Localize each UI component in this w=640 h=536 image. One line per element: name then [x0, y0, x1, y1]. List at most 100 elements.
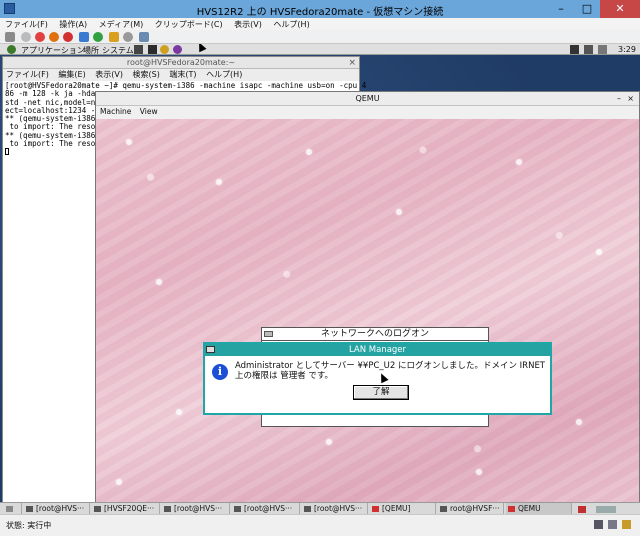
mate-top-panel: アプリケーション 場所 システム 3:29: [0, 44, 640, 55]
volume-icon[interactable]: [584, 45, 593, 54]
task-label: root@HVSF···: [450, 504, 500, 513]
menu-file[interactable]: ファイル(F): [0, 18, 52, 30]
taskbar-task[interactable]: [root@HVS···: [24, 503, 90, 514]
mouse-icon: [608, 520, 617, 529]
turn-off-icon[interactable]: [35, 32, 45, 42]
battery-icon[interactable]: [598, 45, 607, 54]
task-label: [root@HVS···: [174, 504, 223, 513]
task-label: [root@HVS···: [314, 504, 363, 513]
lock-icon: [622, 520, 631, 529]
pause-icon[interactable]: [79, 32, 89, 42]
terminal-launcher-icon[interactable]: [134, 45, 143, 54]
message-line-2: 上の権限は 管理者 です。: [235, 371, 334, 381]
qemu-guest-screen[interactable]: ネットワークへのログオン LAN Manager i Administrator…: [96, 119, 639, 505]
monitor-launcher-icon[interactable]: [148, 45, 157, 54]
reset-icon[interactable]: [93, 32, 103, 42]
network-logon-title-bar[interactable]: ネットワークへのログオン: [262, 328, 488, 341]
terminal-menu-terminal[interactable]: 端末(T): [166, 69, 200, 81]
minimize-button[interactable]: –: [548, 0, 574, 18]
taskbar-task[interactable]: root@HVSF···: [438, 503, 504, 514]
panel-places[interactable]: 場所: [83, 45, 99, 56]
logon-system-menu-icon[interactable]: [264, 331, 273, 337]
qemu-menu-view[interactable]: View: [140, 107, 158, 116]
taskbar-task[interactable]: [HVSF20QE···: [92, 503, 160, 514]
network-logon-title: ネットワークへのログオン: [320, 329, 429, 339]
keyboard-icon: [594, 520, 603, 529]
qemu-menu-machine[interactable]: Machine: [100, 107, 131, 116]
mate-logo-icon[interactable]: [7, 45, 16, 54]
message-line-1: Administrator としてサーバー ¥¥PC_U2 にログオンしました。…: [235, 361, 546, 371]
lan-manager-title-bar[interactable]: LAN Manager: [205, 344, 550, 356]
menu-media[interactable]: メディア(M): [94, 18, 148, 30]
lan-manager-message: Administrator としてサーバー ¥¥PC_U2 にログオンしました。…: [235, 361, 545, 381]
maximize-button[interactable]: □: [574, 0, 600, 18]
terminal-menu-edit[interactable]: 編集(E): [55, 69, 89, 81]
blossom-decoration: [576, 419, 582, 425]
task-label: [root@HVS···: [36, 504, 85, 513]
terminal-menu-file[interactable]: ファイル(F): [3, 69, 53, 81]
ctrl-alt-del-icon[interactable]: [5, 32, 15, 42]
terminal-title: root@HVSFedora20mate:~: [126, 58, 236, 67]
blossom-decoration: [216, 179, 222, 185]
show-desktop-icon: [6, 506, 13, 512]
taskbar-task-active[interactable]: QEMU: [506, 503, 572, 514]
panel-clock[interactable]: 3:29: [618, 45, 636, 54]
revert-icon[interactable]: [123, 32, 133, 42]
terminal-menu-view[interactable]: 表示(V): [92, 69, 127, 81]
blossom-decoration: [126, 139, 132, 145]
network-icon[interactable]: [570, 45, 579, 54]
terminal-title-bar[interactable]: root@HVSFedora20mate:~ ×: [3, 57, 359, 69]
lan-manager-body: i Administrator としてサーバー ¥¥PC_U2 にログオンしまし…: [205, 356, 550, 413]
terminal-task-icon: [164, 506, 171, 512]
lan-manager-dialog[interactable]: LAN Manager i Administrator としてサーバー ¥¥PC…: [203, 342, 552, 415]
menu-view[interactable]: 表示(V): [229, 18, 266, 30]
menu-help[interactable]: ヘルプ(H): [268, 18, 313, 30]
blossom-decoration: [396, 209, 402, 215]
show-desktop-button[interactable]: [0, 503, 22, 514]
qemu-window[interactable]: QEMU – × Machine View ネットワークへのログオン LAN M…: [95, 91, 640, 506]
host-toolbar: [0, 30, 640, 44]
taskbar-task[interactable]: [root@HVS···: [162, 503, 230, 514]
terminal-menu-help[interactable]: ヘルプ(H): [203, 69, 246, 81]
menu-clipboard[interactable]: クリップボード(C): [150, 18, 227, 30]
browser-launcher-icon[interactable]: [160, 45, 169, 54]
information-icon: i: [212, 364, 228, 380]
save-state-icon[interactable]: [63, 32, 73, 42]
blossom-decoration: [306, 149, 312, 155]
blossom-decoration: [476, 469, 482, 475]
blossom-decoration: [156, 279, 162, 285]
terminal-close-icon[interactable]: ×: [348, 57, 356, 69]
blossom-decoration: [326, 439, 332, 445]
menu-action[interactable]: 操作(A): [54, 18, 91, 30]
blossom-decoration: [116, 479, 122, 485]
dialog-system-menu-icon[interactable]: [206, 346, 215, 353]
qemu-close-icon[interactable]: ×: [627, 92, 634, 106]
workspace-icon[interactable]: [578, 506, 586, 513]
host-menu-bar: ファイル(F) 操作(A) メディア(M) クリップボード(C) 表示(V) ヘ…: [0, 18, 640, 30]
qemu-title-bar[interactable]: QEMU – ×: [96, 92, 639, 106]
game-launcher-icon[interactable]: [173, 45, 182, 54]
qemu-title: QEMU: [355, 94, 380, 103]
host-window-title: HVS12R2 上の HVSFedora20mate - 仮想マシン接続: [196, 7, 444, 18]
lan-manager-title: LAN Manager: [348, 345, 407, 355]
qemu-task-icon: [372, 506, 379, 512]
shutdown-icon[interactable]: [49, 32, 59, 42]
taskbar-task[interactable]: [QEMU]: [370, 503, 436, 514]
terminal-menu-search[interactable]: 検索(S): [130, 69, 164, 81]
workspace-switcher[interactable]: [596, 506, 616, 513]
task-label: QEMU: [518, 504, 541, 513]
taskbar-task[interactable]: [root@HVS···: [232, 503, 300, 514]
panel-system[interactable]: システム: [102, 45, 134, 56]
qemu-minimize-icon[interactable]: –: [617, 92, 621, 106]
terminal-task-icon: [440, 506, 447, 512]
taskbar-task[interactable]: [root@HVS···: [302, 503, 368, 514]
enhanced-session-icon[interactable]: [139, 32, 149, 42]
terminal-task-icon: [94, 506, 101, 512]
task-label: [root@HVS···: [244, 504, 293, 513]
ok-button[interactable]: 了解: [353, 385, 409, 400]
panel-applications[interactable]: アプリケーション: [21, 45, 85, 56]
terminal-cursor: [5, 148, 9, 156]
checkpoint-icon[interactable]: [109, 32, 119, 42]
close-button[interactable]: ✕: [600, 0, 640, 18]
start-icon[interactable]: [21, 32, 31, 42]
